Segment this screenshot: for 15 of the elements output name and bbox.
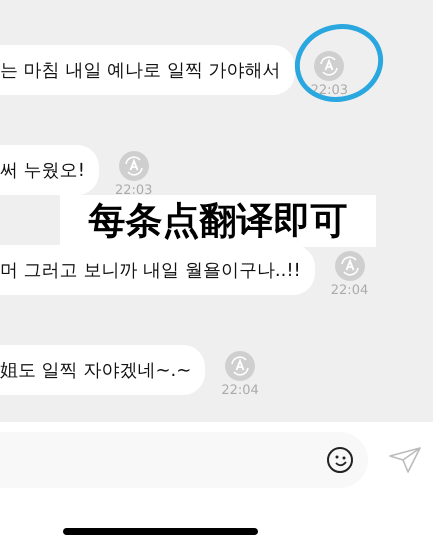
message-bubble: 姐도 일찍 자야겠네~.~ (0, 345, 206, 395)
message-time: 22:04 (330, 283, 368, 298)
emoji-icon[interactable] (326, 446, 354, 474)
send-icon[interactable] (388, 446, 422, 474)
message-time: 22:04 (221, 383, 259, 398)
message-bubble: 써 누웠오! (0, 145, 99, 195)
message-input[interactable] (0, 432, 368, 488)
message-bubble: 는 마침 내일 예나로 일찍 가야해서 (0, 45, 295, 95)
message-time: 22:03 (114, 183, 152, 198)
translate-icon[interactable] (225, 351, 256, 381)
translate-icon[interactable] (334, 251, 364, 281)
message-bubble: 머 그러고 보니까 내일 월욜이구나..!! (0, 245, 315, 295)
caption-overlay: 每条点翻译即可 (60, 195, 376, 247)
translate-icon[interactable] (314, 51, 344, 81)
translate-icon[interactable] (118, 151, 149, 181)
